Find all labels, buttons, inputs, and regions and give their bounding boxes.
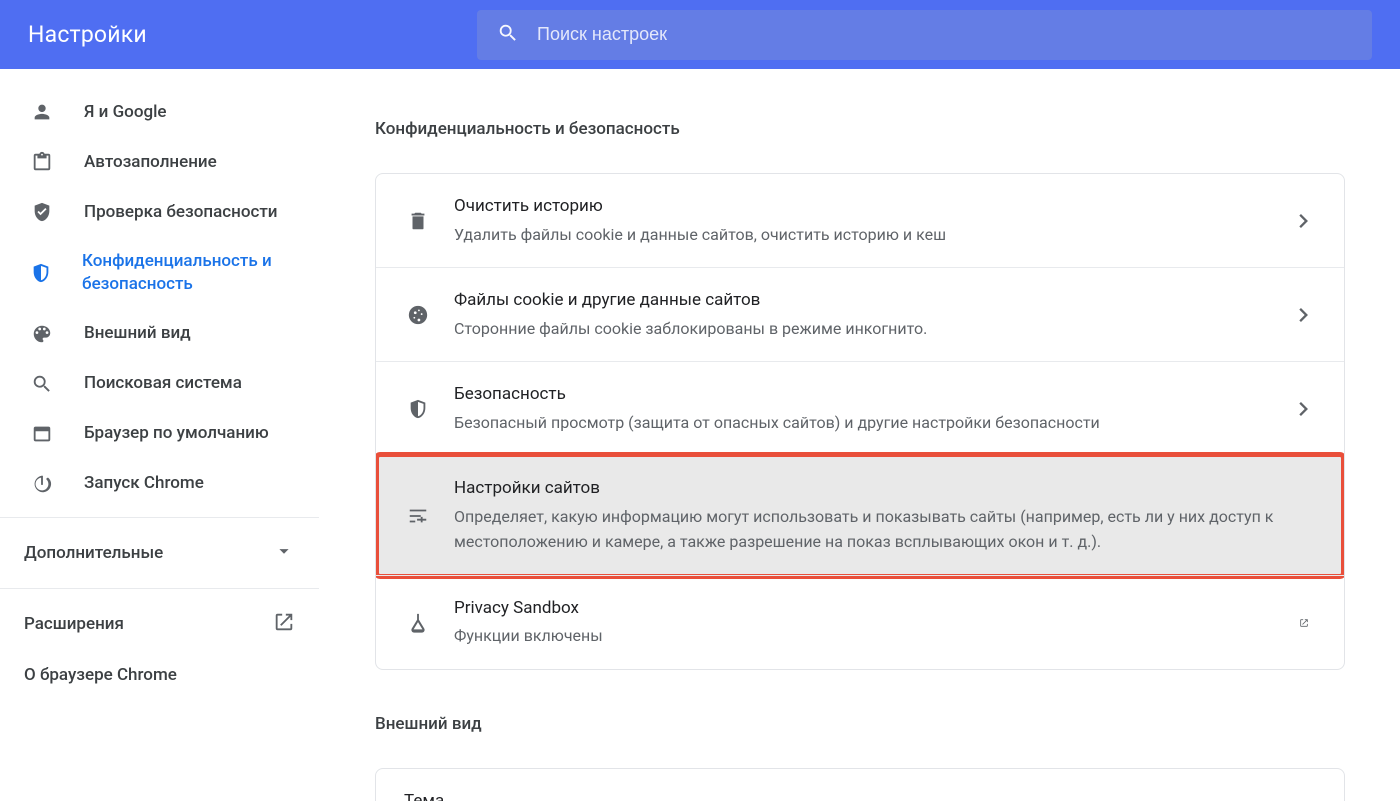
trash-icon (404, 207, 432, 235)
appearance-card: Тема Открыть Интернет-магазин Chrome (375, 768, 1345, 801)
chevron-right-icon (1292, 402, 1316, 416)
section-title-appearance: Внешний вид (375, 714, 1345, 734)
row-clear-browsing-data[interactable]: Очистить историю Удалить файлы cookie и … (376, 174, 1344, 267)
divider (0, 588, 319, 589)
sidebar-item-safety-check[interactable]: Проверка безопасности (0, 187, 319, 237)
sidebar-item-label: Запуск Chrome (84, 472, 204, 495)
sidebar-item-search-engine[interactable]: Поисковая система (0, 359, 319, 409)
open-external-icon (273, 611, 295, 637)
sidebar-item-label: Конфиденциальность и безопасность (82, 250, 295, 296)
sidebar-item-privacy-security[interactable]: Конфиденциальность и безопасность (0, 237, 319, 309)
chevron-right-icon (1292, 308, 1316, 322)
sidebar-item-extensions[interactable]: Расширения (0, 597, 319, 651)
sidebar-advanced-label: Дополнительные (24, 543, 163, 563)
privacy-card: Очистить историю Удалить файлы cookie и … (375, 173, 1345, 670)
row-cookies[interactable]: Файлы cookie и другие данные сайтов Стор… (376, 267, 1344, 361)
row-subtitle: Определяет, какую информацию могут испол… (454, 504, 1316, 555)
cookie-icon (404, 301, 432, 329)
sidebar-item-label: О браузере Chrome (24, 665, 177, 685)
row-title: Тема (404, 789, 1292, 801)
open-external-icon (1292, 616, 1316, 630)
sidebar-item-default-browser[interactable]: Браузер по умолчанию (0, 409, 319, 459)
chevron-right-icon (1292, 214, 1316, 228)
browser-window-icon (30, 422, 54, 446)
sidebar-item-about[interactable]: О браузере Chrome (0, 651, 319, 699)
search-icon (30, 372, 54, 396)
row-title: Безопасность (454, 382, 1292, 408)
row-title: Privacy Sandbox (454, 596, 1292, 622)
shield-icon (404, 395, 432, 423)
row-security[interactable]: Безопасность Безопасный просмотр (защита… (376, 361, 1344, 455)
main-content: Конфиденциальность и безопасность Очисти… (320, 69, 1400, 801)
chevron-down-icon (273, 540, 295, 566)
shield-check-icon (30, 200, 54, 224)
search-icon (497, 22, 519, 48)
row-subtitle: Удалить файлы cookie и данные сайтов, оч… (454, 222, 1292, 248)
row-privacy-sandbox[interactable]: Privacy Sandbox Функции включены (376, 575, 1344, 669)
row-subtitle: Безопасный просмотр (защита от опасных с… (454, 410, 1292, 436)
tune-icon (404, 502, 432, 530)
sidebar-item-label: Поисковая система (84, 372, 242, 395)
section-title-privacy: Конфиденциальность и безопасность (375, 119, 1345, 139)
flask-icon (404, 609, 432, 637)
sidebar-item-you-and-google[interactable]: Я и Google (0, 87, 319, 137)
divider (0, 517, 319, 518)
sidebar-item-label: Расширения (24, 614, 124, 634)
sidebar-item-on-startup[interactable]: Запуск Chrome (0, 459, 319, 509)
palette-icon (30, 322, 54, 346)
sidebar-item-label: Проверка безопасности (84, 201, 278, 224)
person-icon (30, 100, 54, 124)
sidebar: Я и Google Автозаполнение Проверка безоп… (0, 69, 320, 801)
sidebar-advanced-toggle[interactable]: Дополнительные (0, 526, 319, 580)
clipboard-icon (30, 150, 54, 174)
search-input[interactable] (537, 24, 1352, 45)
sidebar-item-appearance[interactable]: Внешний вид (0, 309, 319, 359)
page-title: Настройки (28, 21, 147, 48)
sidebar-item-label: Автозаполнение (84, 151, 217, 174)
power-icon (30, 472, 54, 496)
row-subtitle: Функции включены (454, 623, 1292, 649)
sidebar-item-autofill[interactable]: Автозаполнение (0, 137, 319, 187)
shield-icon (30, 261, 52, 285)
row-title: Очистить историю (454, 194, 1292, 220)
row-theme[interactable]: Тема Открыть Интернет-магазин Chrome (376, 769, 1344, 801)
sidebar-item-label: Я и Google (84, 101, 167, 124)
row-title: Файлы cookie и другие данные сайтов (454, 288, 1292, 314)
sidebar-item-label: Браузер по умолчанию (84, 422, 269, 445)
row-title: Настройки сайтов (454, 476, 1316, 502)
row-site-settings[interactable]: Настройки сайтов Определяет, какую инфор… (376, 455, 1344, 575)
row-subtitle: Сторонние файлы cookie заблокированы в р… (454, 316, 1292, 342)
sidebar-item-label: Внешний вид (84, 322, 191, 345)
search-container[interactable] (477, 10, 1372, 60)
app-header: Настройки (0, 0, 1400, 69)
